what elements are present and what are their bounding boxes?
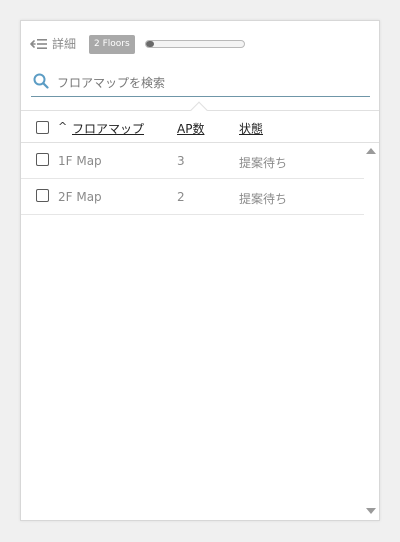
row-ap-count: 2: [177, 190, 185, 204]
floor-map-panel: 詳細 2 Floors ^ フロアマップ AP数 状態 1F Map 3 提案待…: [20, 20, 380, 521]
progress-bar: [145, 40, 245, 48]
scroll-down-icon[interactable]: [366, 508, 376, 514]
sort-ascending-icon: ^: [58, 120, 68, 133]
floors-count-badge: 2 Floors: [89, 35, 135, 54]
column-header-ap-count[interactable]: AP数: [177, 120, 204, 137]
row-floor-map-name: 1F Map: [58, 154, 102, 168]
column-header-floor-map[interactable]: フロアマップ: [72, 120, 144, 137]
table-row[interactable]: 2F Map 2 提案待ち: [21, 179, 364, 215]
vertical-scrollbar[interactable]: [363, 143, 379, 521]
row-checkbox[interactable]: [36, 189, 49, 202]
panel-header: 詳細 2 Floors: [21, 21, 379, 69]
select-all-checkbox[interactable]: [36, 121, 49, 134]
search-bar: [31, 69, 370, 97]
progress-bar-fill: [146, 41, 154, 47]
scroll-up-icon[interactable]: [366, 148, 376, 154]
search-icon: [33, 73, 49, 93]
row-checkbox[interactable]: [36, 153, 49, 166]
header-notch: [190, 101, 208, 119]
table-row[interactable]: 1F Map 3 提案待ち: [21, 143, 364, 179]
back-to-details-button[interactable]: 詳細: [30, 35, 76, 52]
row-floor-map-name: 2F Map: [58, 190, 102, 204]
row-status: 提案待ち: [239, 156, 288, 170]
column-header-status[interactable]: 状態: [239, 120, 263, 137]
back-arrow-icon: [30, 38, 48, 50]
back-label: 詳細: [52, 37, 77, 51]
search-input[interactable]: [57, 75, 357, 90]
row-status: 提案待ち: [239, 192, 288, 206]
row-ap-count: 3: [177, 154, 185, 168]
table-header: ^ フロアマップ AP数 状態: [21, 101, 379, 143]
